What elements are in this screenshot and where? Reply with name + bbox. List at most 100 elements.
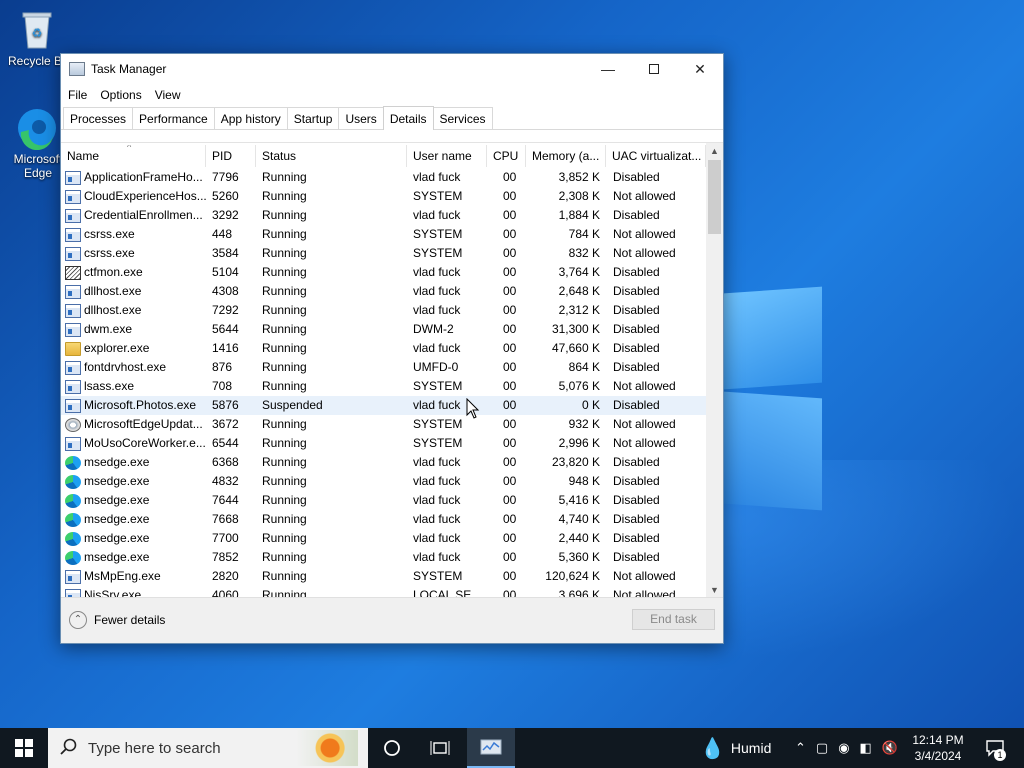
- task-manager-taskbar-icon: [480, 739, 502, 755]
- table-row[interactable]: msedge.exe 7700 Running vlad fuck 00 2,440 K D…: [61, 529, 706, 548]
- table-row[interactable]: msedge.exe 6368 Running vlad fuck 00 23,820 K…: [61, 453, 706, 472]
- fewer-details-button[interactable]: ⌃ Fewer details: [69, 611, 165, 629]
- table-row[interactable]: explorer.exe 1416 Running vlad fuck 00 47,660…: [61, 339, 706, 358]
- taskbar-search-box[interactable]: Type here to search: [48, 728, 368, 768]
- cell-status: Running: [262, 341, 307, 355]
- cell-name: MicrosoftEdgeUpdat...: [61, 415, 206, 434]
- table-row[interactable]: lsass.exe 708 Running SYSTEM 00 5,076 K Not al…: [61, 377, 706, 396]
- table-row[interactable]: csrss.exe 3584 Running SYSTEM 00 832 K Not all…: [61, 244, 706, 263]
- column-header-user-name[interactable]: User name: [407, 145, 487, 167]
- cell-user-name: vlad fuck: [413, 455, 461, 469]
- volume-muted-icon[interactable]: 🔇: [882, 740, 898, 756]
- clock-date: 3/4/2024: [914, 749, 962, 763]
- cell-status: Running: [262, 208, 307, 222]
- column-header-cpu[interactable]: CPU: [487, 145, 526, 167]
- table-row[interactable]: msedge.exe 7668 Running vlad fuck 00 4,740 K D…: [61, 510, 706, 529]
- cell-name: MsMpEng.exe: [61, 567, 206, 586]
- network-icon[interactable]: ◧: [860, 740, 872, 756]
- wallpaper-window-pane-bottom: [724, 391, 822, 511]
- table-row[interactable]: csrss.exe 448 Running SYSTEM 00 784 K Not allo…: [61, 225, 706, 244]
- table-row[interactable]: fontdrvhost.exe 876 Running UMFD-0 00 864 K Di…: [61, 358, 706, 377]
- table-row[interactable]: msedge.exe 7852 Running vlad fuck 00 5,360 K D…: [61, 548, 706, 567]
- tab-services[interactable]: Services: [432, 107, 493, 129]
- cell-user-name: DWM-2: [413, 322, 454, 336]
- table-row[interactable]: MoUsoCoreWorker.e... 6544 Running SYSTEM 00 2…: [61, 434, 706, 453]
- cell-user-name: vlad fuck: [413, 170, 461, 184]
- table-row[interactable]: CredentialEnrollmen... 3292 Running vlad fu…: [61, 206, 706, 225]
- table-row[interactable]: msedge.exe 7644 Running vlad fuck 00 5,416 K D…: [61, 491, 706, 510]
- column-header-uac-virtualization[interactable]: UAC virtualizat...: [606, 145, 706, 167]
- cell-name: msedge.exe: [61, 453, 206, 472]
- menu-file[interactable]: File: [68, 88, 87, 102]
- close-button[interactable]: ✕: [677, 54, 723, 84]
- clock[interactable]: 12:14 PM 3/4/2024: [905, 732, 971, 764]
- table-row[interactable]: msedge.exe 4832 Running vlad fuck 00 948 K Dis…: [61, 472, 706, 491]
- tablet-icon[interactable]: ▢: [816, 740, 828, 756]
- cell-pid: 4308: [212, 284, 239, 298]
- cell-status: Suspended: [262, 398, 323, 412]
- scrollbar-thumb[interactable]: [708, 160, 721, 234]
- title-bar[interactable]: Task Manager — ✕: [61, 54, 723, 84]
- application-icon: [65, 284, 81, 299]
- cell-memory: 23,820 K: [551, 455, 600, 469]
- show-hidden-icons-chevron-icon[interactable]: ⌃: [795, 740, 806, 756]
- tab-performance[interactable]: Performance: [132, 107, 215, 129]
- meet-now-icon[interactable]: ◉: [838, 740, 849, 756]
- minimize-button[interactable]: —: [585, 54, 631, 84]
- process-name: MoUsoCoreWorker.e...: [84, 436, 206, 450]
- cell-pid: 448: [212, 227, 233, 241]
- cell-cpu: 00: [503, 436, 517, 450]
- table-row[interactable]: dwm.exe 5644 Running DWM-2 00 31,300 K Disable…: [61, 320, 706, 339]
- sort-ascending-icon: ^: [127, 145, 132, 152]
- cell-memory: 1,884 K: [558, 208, 600, 222]
- table-row[interactable]: CloudExperienceHos... 5260 Running SYSTEM 00…: [61, 187, 706, 206]
- tab-details[interactable]: Details: [382, 106, 434, 130]
- cell-name: MoUsoCoreWorker.e...: [61, 434, 206, 453]
- table-row[interactable]: MsMpEng.exe 2820 Running SYSTEM 00 120,624 K N…: [61, 567, 706, 586]
- column-header-memory[interactable]: Memory (a...: [526, 145, 606, 167]
- start-button[interactable]: [0, 728, 48, 768]
- cortana-button[interactable]: [368, 728, 416, 768]
- cell-user-name: SYSTEM: [413, 227, 463, 241]
- application-icon: [65, 170, 81, 185]
- cell-user-name: SYSTEM: [413, 569, 463, 583]
- menu-options[interactable]: Options: [100, 88, 141, 102]
- scroll-up-icon[interactable]: ▲: [706, 143, 723, 160]
- cell-user-name: vlad fuck: [413, 303, 461, 317]
- application-icon: [65, 303, 81, 318]
- tab-processes[interactable]: Processes: [63, 107, 134, 129]
- column-header-status[interactable]: Status: [256, 145, 407, 167]
- table-row[interactable]: dllhost.exe 4308 Running vlad fuck 00 2,648 K…: [61, 282, 706, 301]
- table-row[interactable]: MicrosoftEdgeUpdat... 3672 Running SYSTEM 00…: [61, 415, 706, 434]
- table-row[interactable]: Microsoft.Photos.exe 5876 Suspended vlad fu…: [61, 396, 706, 415]
- menu-view[interactable]: View: [155, 88, 181, 102]
- action-center-button[interactable]: 1: [980, 728, 1010, 768]
- tab-users[interactable]: Users: [338, 107, 384, 129]
- process-name: csrss.exe: [84, 227, 135, 241]
- task-view-button[interactable]: [416, 728, 464, 768]
- maximize-button[interactable]: [631, 54, 677, 84]
- process-name: MsMpEng.exe: [84, 569, 161, 583]
- column-header-pid[interactable]: PID: [206, 145, 256, 167]
- table-row[interactable]: dllhost.exe 7292 Running vlad fuck 00 2,312 K…: [61, 301, 706, 320]
- scroll-down-icon[interactable]: ▼: [706, 582, 723, 598]
- cell-pid: 5260: [212, 189, 239, 203]
- cell-pid: 876: [212, 360, 233, 374]
- cell-name: msedge.exe: [61, 548, 206, 567]
- taskbar-app-task-manager[interactable]: [467, 728, 515, 768]
- table-row[interactable]: ctfmon.exe 5104 Running vlad fuck 00 3,764 K D…: [61, 263, 706, 282]
- application-icon: [65, 398, 81, 413]
- weather-widget[interactable]: 💧 Humid: [700, 728, 771, 768]
- cell-uac-virtualization: Not allowed: [613, 569, 676, 583]
- cell-pid: 5104: [212, 265, 239, 279]
- cell-uac-virtualization: Disabled: [613, 531, 660, 545]
- vertical-scrollbar[interactable]: ▲ ▼: [706, 143, 723, 598]
- tab-startup[interactable]: Startup: [286, 107, 340, 129]
- end-task-button[interactable]: End task: [632, 609, 715, 630]
- column-header-name[interactable]: Name ^: [61, 145, 206, 167]
- cell-status: Running: [262, 569, 307, 583]
- cell-cpu: 00: [503, 379, 517, 393]
- table-row[interactable]: ApplicationFrameHo... 7796 Running vlad fuc…: [61, 168, 706, 187]
- application-icon: [65, 379, 81, 394]
- tab-app-history[interactable]: App history: [213, 107, 288, 129]
